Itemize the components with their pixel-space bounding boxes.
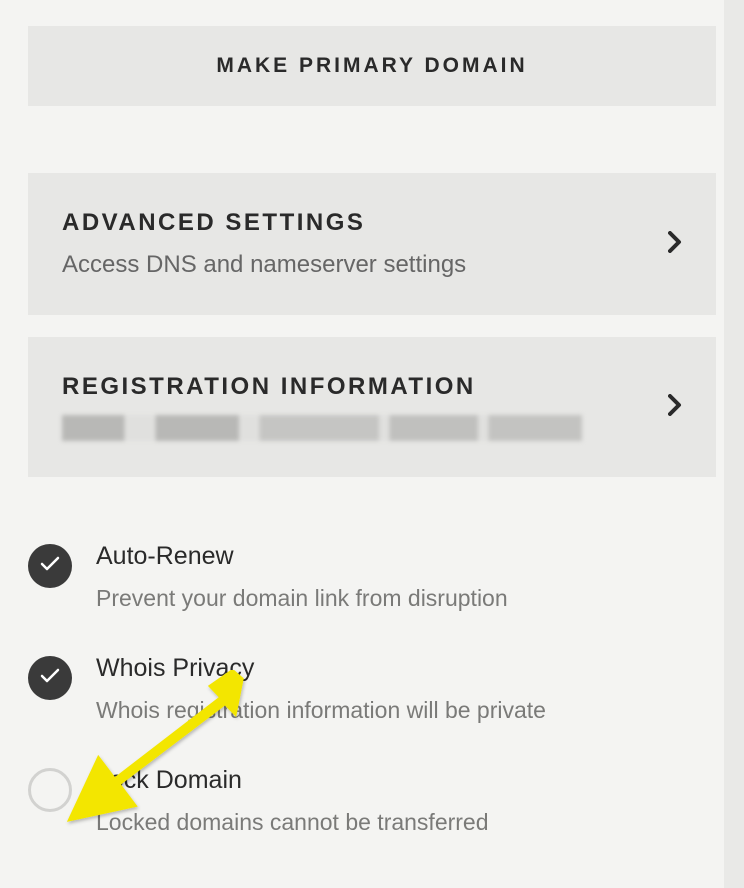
whois-privacy-desc: Whois registration information will be p… xyxy=(96,697,716,724)
auto-renew-toggle[interactable] xyxy=(28,544,72,588)
whois-privacy-title: Whois Privacy xyxy=(96,654,716,683)
lock-domain-toggle[interactable] xyxy=(28,768,72,812)
auto-renew-desc: Prevent your domain link from disruption xyxy=(96,585,716,612)
registration-information-redacted xyxy=(62,415,582,441)
registration-information-title: REGISTRATION INFORMATION xyxy=(62,373,656,401)
advanced-settings-content: ADVANCED SETTINGS Access DNS and nameser… xyxy=(62,209,656,279)
make-primary-domain-label: MAKE PRIMARY DOMAIN xyxy=(216,54,527,78)
chevron-right-icon xyxy=(668,231,682,258)
auto-renew-title: Auto-Renew xyxy=(96,542,716,571)
registration-information-card[interactable]: REGISTRATION INFORMATION xyxy=(28,337,716,477)
auto-renew-text: Auto-Renew Prevent your domain link from… xyxy=(96,542,716,612)
lock-domain-text: Lock Domain Locked domains cannot be tra… xyxy=(96,766,716,836)
whois-privacy-toggle[interactable] xyxy=(28,656,72,700)
right-edge-strip xyxy=(724,0,744,888)
whois-privacy-text: Whois Privacy Whois registration informa… xyxy=(96,654,716,724)
lock-domain-title: Lock Domain xyxy=(96,766,716,795)
chevron-right-icon xyxy=(668,394,682,421)
registration-information-content: REGISTRATION INFORMATION xyxy=(62,373,656,441)
check-icon xyxy=(40,668,60,689)
advanced-settings-desc: Access DNS and nameserver settings xyxy=(62,251,656,279)
check-icon xyxy=(40,556,60,577)
toggles-section: Auto-Renew Prevent your domain link from… xyxy=(28,542,716,836)
whois-privacy-row: Whois Privacy Whois registration informa… xyxy=(28,654,716,724)
lock-domain-desc: Locked domains cannot be transferred xyxy=(96,809,716,836)
lock-domain-row: Lock Domain Locked domains cannot be tra… xyxy=(28,766,716,836)
advanced-settings-title: ADVANCED SETTINGS xyxy=(62,209,656,237)
auto-renew-row: Auto-Renew Prevent your domain link from… xyxy=(28,542,716,612)
make-primary-domain-button[interactable]: MAKE PRIMARY DOMAIN xyxy=(28,26,716,106)
advanced-settings-card[interactable]: ADVANCED SETTINGS Access DNS and nameser… xyxy=(28,173,716,315)
